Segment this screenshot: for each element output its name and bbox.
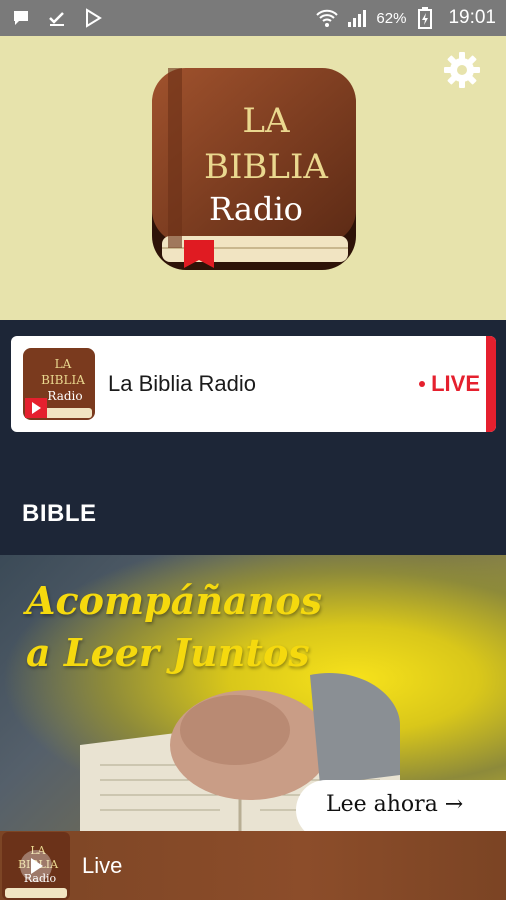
read-now-button[interactable]: Lee ahora → bbox=[296, 780, 506, 831]
chat-notification-icon bbox=[10, 7, 32, 29]
signal-icon bbox=[346, 7, 368, 29]
live-badge: LIVE bbox=[419, 371, 480, 397]
banner-headline-line2: a Leer Juntos bbox=[26, 630, 310, 675]
app-logo: LA BIBLIA Radio bbox=[152, 68, 356, 270]
live-badge-label: LIVE bbox=[431, 371, 480, 396]
play-icon bbox=[25, 398, 47, 418]
mini-player[interactable]: LA BIBLIA Radio Live bbox=[0, 831, 506, 900]
mini-player-label: Live bbox=[82, 852, 123, 878]
thumb-text-radio: Radio bbox=[47, 389, 82, 403]
battery-percent: 62% bbox=[376, 9, 407, 27]
play-store-icon bbox=[82, 7, 104, 29]
live-station-card[interactable]: LA BIBLIA Radio La Biblia Radio LIVE bbox=[11, 336, 496, 432]
banner-headline: Acompáñanos a Leer Juntos bbox=[26, 575, 322, 679]
live-dot-icon bbox=[419, 381, 426, 387]
download-done-icon bbox=[46, 7, 68, 29]
logo-text-biblia: BIBLIA bbox=[204, 147, 328, 187]
station-thumbnail: LA BIBLIA Radio bbox=[23, 348, 95, 420]
status-bar: 62% 19:01 bbox=[0, 0, 506, 36]
banner-headline-line1: Acompáñanos bbox=[26, 578, 322, 623]
station-title: La Biblia Radio bbox=[108, 371, 256, 396]
logo-text-la: LA bbox=[242, 101, 290, 141]
thumb-text-biblia: BIBLIA bbox=[41, 373, 85, 387]
section-title: BIBLE bbox=[22, 500, 97, 527]
mini-player-thumbnail: LA BIBLIA Radio bbox=[2, 831, 70, 900]
logo-text-radio: Radio bbox=[209, 190, 303, 228]
app-header: LA BIBLIA Radio bbox=[0, 36, 506, 320]
battery-charging-icon bbox=[414, 7, 436, 29]
wifi-icon bbox=[316, 7, 339, 29]
thumb-text-la: LA bbox=[55, 357, 72, 371]
promo-banner[interactable]: Acompáñanos a Leer Juntos Lee ahora → bbox=[0, 555, 506, 831]
gear-icon[interactable] bbox=[442, 50, 482, 90]
clock: 19:01 bbox=[448, 7, 496, 28]
